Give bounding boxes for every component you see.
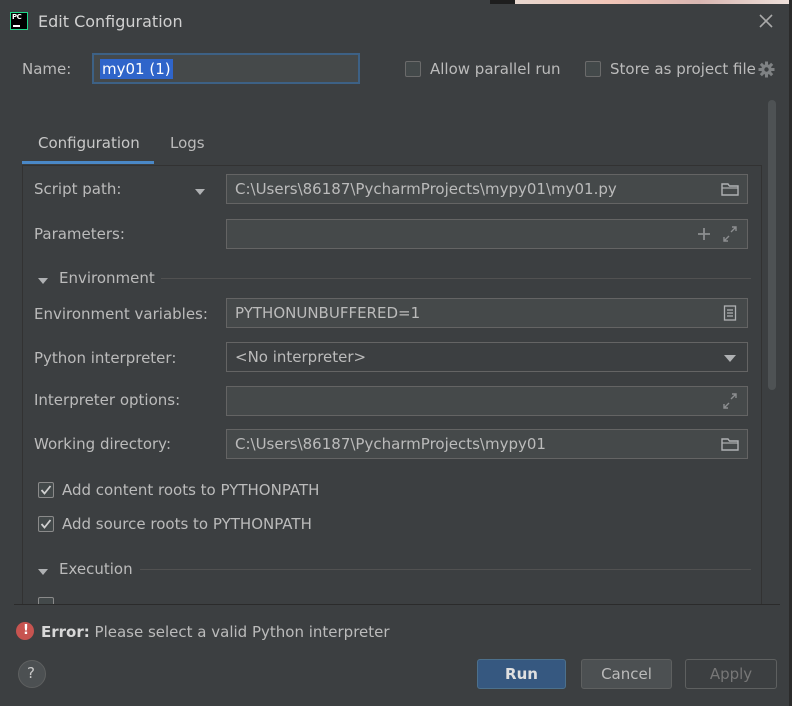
script-path-field[interactable]: C:\Users\86187\PycharmProjects\mypy01\my… xyxy=(226,174,748,204)
script-path-label: Script path: xyxy=(34,180,122,198)
execution-collapse-icon[interactable] xyxy=(37,563,49,581)
background-window-strip xyxy=(490,0,792,4)
pycharm-app-icon: PC xyxy=(10,12,28,30)
interpreter-options-label: Interpreter options: xyxy=(34,391,181,409)
source-roots-checkbox[interactable] xyxy=(38,516,54,532)
name-label: Name: xyxy=(22,60,72,78)
tab-configuration-label: Configuration xyxy=(38,134,140,152)
gear-icon[interactable] xyxy=(758,61,775,78)
help-icon: ? xyxy=(27,664,35,682)
name-input[interactable]: my01 (1) xyxy=(92,53,360,84)
interpreter-selected-value: <No interpreter> xyxy=(235,348,367,366)
chevron-down-icon xyxy=(723,350,741,366)
error-icon: ! xyxy=(16,622,34,640)
env-vars-label: Environment variables: xyxy=(34,305,208,323)
store-as-project-file-label[interactable]: Store as project file xyxy=(610,60,756,78)
tab-configuration[interactable]: Configuration xyxy=(22,122,154,164)
content-roots-label[interactable]: Add content roots to PYTHONPATH xyxy=(62,481,319,499)
interpreter-select[interactable]: <No interpreter> xyxy=(226,342,748,372)
apply-button[interactable]: Apply xyxy=(685,659,777,689)
source-roots-label[interactable]: Add source roots to PYTHONPATH xyxy=(62,515,312,533)
configuration-panel: Script path: C:\Users\86187\PycharmProje… xyxy=(22,165,762,605)
script-path-value: C:\Users\86187\PycharmProjects\mypy01\my… xyxy=(235,180,617,198)
interpreter-options-field[interactable] xyxy=(226,386,748,416)
env-vars-field[interactable]: PYTHONUNBUFFERED=1 xyxy=(226,298,748,328)
folder-icon[interactable] xyxy=(721,181,739,197)
plus-icon[interactable] xyxy=(695,226,713,242)
error-text: Please select a valid Python interpreter xyxy=(94,623,390,641)
error-message: Error: Please select a valid Python inte… xyxy=(41,623,390,641)
help-button[interactable]: ? xyxy=(18,660,46,688)
name-input-value: my01 (1) xyxy=(100,59,173,79)
parameters-label: Parameters: xyxy=(34,225,125,243)
store-as-project-file-checkbox[interactable] xyxy=(585,61,601,77)
parameters-field[interactable] xyxy=(226,219,748,249)
execution-separator xyxy=(140,569,751,570)
working-dir-field[interactable]: C:\Users\86187\PycharmProjects\mypy01 xyxy=(226,429,748,459)
env-vars-value: PYTHONUNBUFFERED=1 xyxy=(235,304,421,322)
allow-parallel-run-label[interactable]: Allow parallel run xyxy=(430,60,561,78)
expand-icon[interactable] xyxy=(721,393,739,409)
script-type-dropdown-icon[interactable] xyxy=(194,183,206,201)
expand-icon[interactable] xyxy=(721,226,739,242)
edit-env-vars-icon[interactable] xyxy=(721,305,739,321)
environment-separator xyxy=(161,278,751,279)
dialog-title: Edit Configuration xyxy=(38,12,183,31)
cancel-button[interactable]: Cancel xyxy=(581,659,672,689)
execution-section-header[interactable]: Execution xyxy=(59,560,133,578)
folder-icon[interactable] xyxy=(721,436,739,452)
working-dir-label: Working directory: xyxy=(34,435,172,453)
working-dir-value: C:\Users\86187\PycharmProjects\mypy01 xyxy=(235,435,546,453)
run-button[interactable]: Run xyxy=(477,659,566,689)
vertical-scrollbar[interactable] xyxy=(768,100,776,390)
close-icon[interactable] xyxy=(755,10,777,32)
active-tab-indicator xyxy=(22,161,154,164)
environment-collapse-icon[interactable] xyxy=(37,272,49,290)
allow-parallel-run-checkbox[interactable] xyxy=(405,61,421,77)
environment-section-header[interactable]: Environment xyxy=(59,269,155,287)
footer-separator xyxy=(14,604,780,605)
error-prefix: Error: xyxy=(41,623,90,641)
tab-logs[interactable]: Logs xyxy=(170,134,205,152)
interpreter-label: Python interpreter: xyxy=(34,349,177,367)
content-roots-checkbox[interactable] xyxy=(38,482,54,498)
